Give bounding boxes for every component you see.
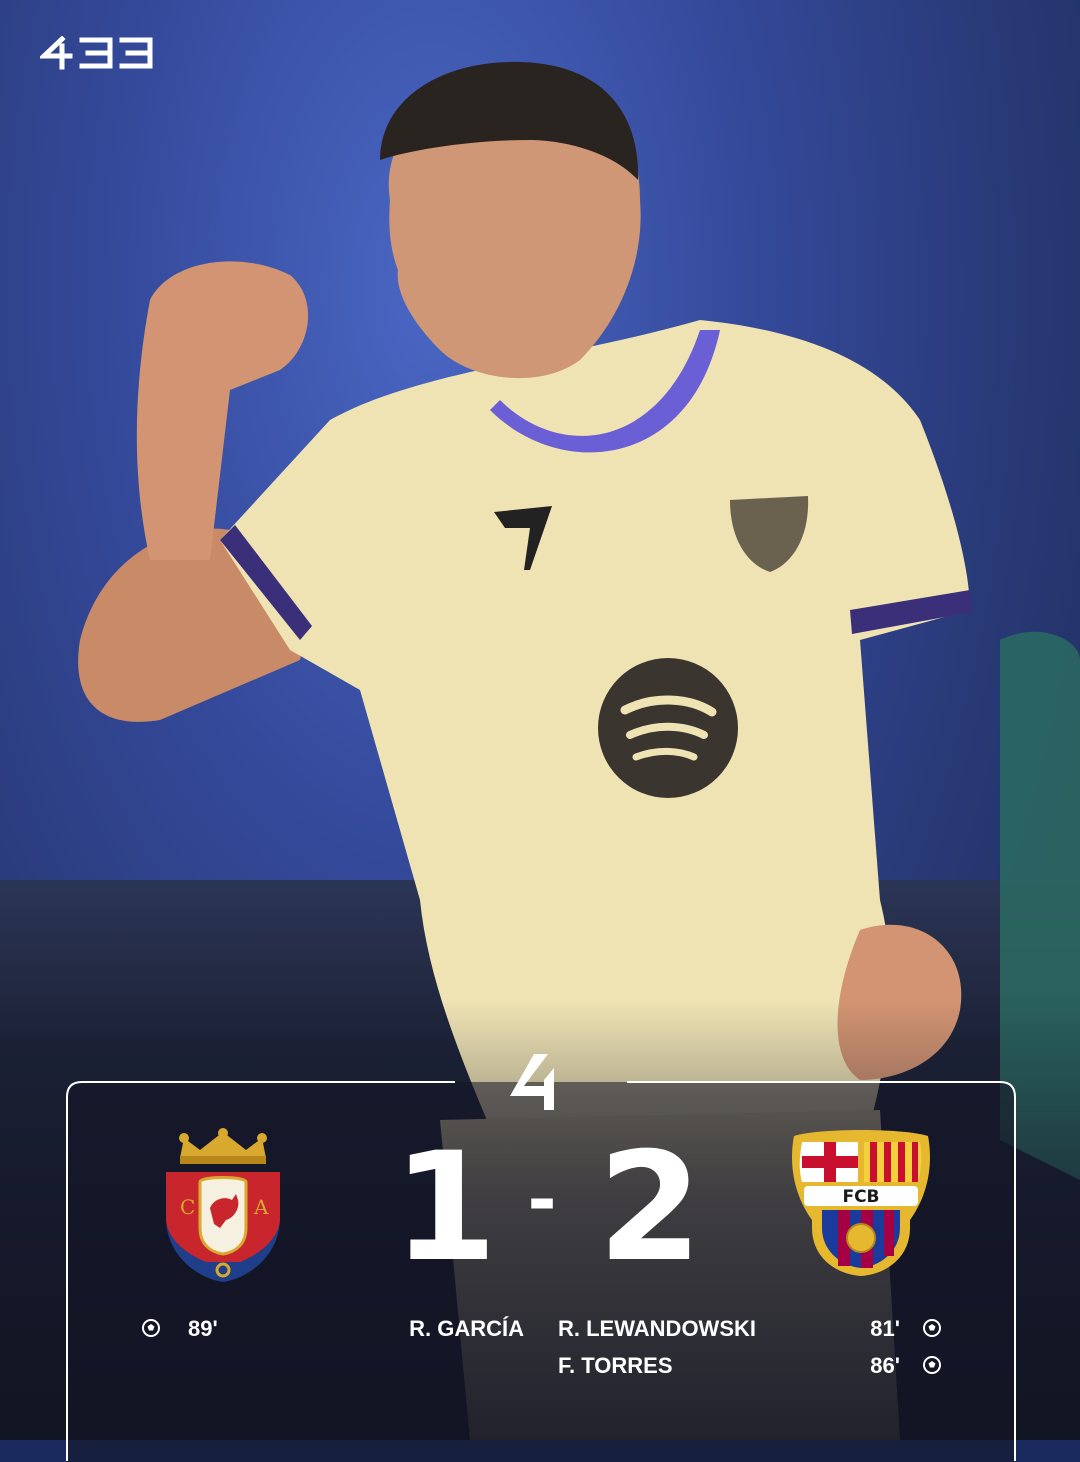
- svg-text:C: C: [180, 1195, 195, 1219]
- away-score: 2: [597, 1121, 703, 1295]
- away-goal-minute: 81': [870, 1316, 900, 1341]
- away-goal-scorer: R. LEWANDOWSKI: [558, 1316, 756, 1341]
- laliga-icon: [510, 1054, 554, 1110]
- logo-433-icon: [40, 36, 153, 70]
- fcb-crest-text: FCB: [842, 1187, 879, 1207]
- football-icon: [142, 1319, 160, 1337]
- home-goal-scorer: R. GARCÍA: [409, 1316, 524, 1341]
- home-goal-minute: 89': [188, 1316, 218, 1341]
- away-goal-scorer: F. TORRES: [558, 1353, 673, 1378]
- barcelona-crest-icon: FCB: [792, 1130, 930, 1276]
- osasuna-crest-icon: C A: [166, 1128, 280, 1282]
- football-icon: [923, 1356, 941, 1374]
- score-separator: -: [527, 1159, 557, 1241]
- away-goal-minute: 86': [870, 1353, 900, 1378]
- svg-text:A: A: [253, 1195, 269, 1219]
- football-icon: [923, 1319, 941, 1337]
- home-score: 1: [392, 1121, 498, 1295]
